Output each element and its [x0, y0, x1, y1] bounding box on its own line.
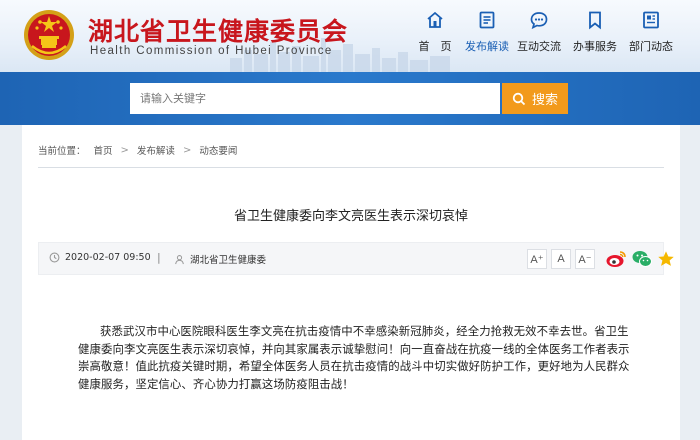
breadcrumb-separator-icon: > [182, 144, 192, 156]
nav-item-release-interpretation[interactable]: 发布解读 [457, 10, 517, 54]
font-size-increase-button[interactable]: A⁺ [527, 249, 547, 269]
home-icon [427, 11, 443, 28]
wechat-icon[interactable] [631, 249, 653, 269]
font-size-default-button[interactable]: A [551, 249, 571, 269]
favorite-star-icon[interactable] [657, 249, 675, 269]
breadcrumb-home[interactable]: 首页 [94, 143, 113, 157]
weibo-icon[interactable] [605, 249, 627, 269]
breadcrumb-release-interpretation[interactable]: 发布解读 [137, 143, 175, 157]
font-size-decrease-button[interactable]: A⁻ [575, 249, 595, 269]
nav-item-home[interactable]: 首 页 [405, 10, 465, 54]
document-icon [479, 11, 495, 29]
search-button-label: 搜索 [531, 93, 558, 108]
nav-item-department-news[interactable]: 部门动态 [621, 10, 681, 54]
publish-date: 2020-02-07 09:50 [49, 252, 151, 263]
article-body: 获悉武汉市中心医院眼科医生李文亮在抗击疫情中不幸感染新冠肺炎，经全力抢救无效不幸… [78, 324, 630, 391]
site-subtitle: Health Commission of Hubei Province [90, 45, 333, 57]
search-band: 搜索 [0, 72, 700, 125]
nav-label-department-news: 部门动态 [629, 40, 673, 53]
news-icon [643, 11, 659, 29]
nav-label-interaction: 互动交流 [517, 40, 561, 53]
national-emblem-icon [24, 10, 74, 60]
breadcrumb-separator-icon: > [120, 144, 129, 156]
article-source-text: 湖北省卫生健康委 [190, 255, 267, 266]
breadcrumb: 当前位置： 首页 > 发布解读 > 动态要闻 [38, 143, 237, 158]
breadcrumb-divider [38, 167, 664, 168]
search-button[interactable]: 搜索 [502, 83, 568, 114]
publish-date-text: 2020-02-07 09:50 [65, 252, 151, 263]
nav-label-release-interpretation: 发布解读 [465, 40, 509, 53]
nav-item-services[interactable]: 办事服务 [565, 10, 625, 54]
search-input[interactable] [130, 83, 500, 114]
nav-label-services: 办事服务 [573, 40, 617, 53]
clock-icon [49, 252, 60, 263]
chat-bubble-icon [530, 12, 548, 30]
nav-label-home: 首 页 [418, 40, 452, 53]
site-header: 湖北省卫生健康委员会 Health Commission of Hubei Pr… [0, 0, 700, 72]
nav-item-interaction[interactable]: 互动交流 [509, 10, 569, 54]
meta-divider: | [157, 251, 161, 264]
site-title: 湖北省卫生健康委员会 [88, 17, 349, 46]
article-title: 省卫生健康委向李文亮医生表示深切哀悼 [233, 209, 468, 224]
breadcrumb-news[interactable]: 动态要闻 [199, 143, 237, 157]
source-user-icon [175, 254, 184, 264]
content-card: 当前位置： 首页 > 发布解读 > 动态要闻 省卫生健康委向李文亮医生表示深切哀… [22, 125, 680, 440]
article-source: 湖北省卫生健康委 [174, 252, 266, 266]
bookmark-icon [589, 11, 601, 30]
breadcrumb-prefix: 当前位置： [38, 146, 86, 157]
article-meta-bar: 2020-02-07 09:50 | 湖北省卫生健康委 A⁺ A A⁻ [38, 242, 674, 275]
search-icon [512, 92, 526, 105]
